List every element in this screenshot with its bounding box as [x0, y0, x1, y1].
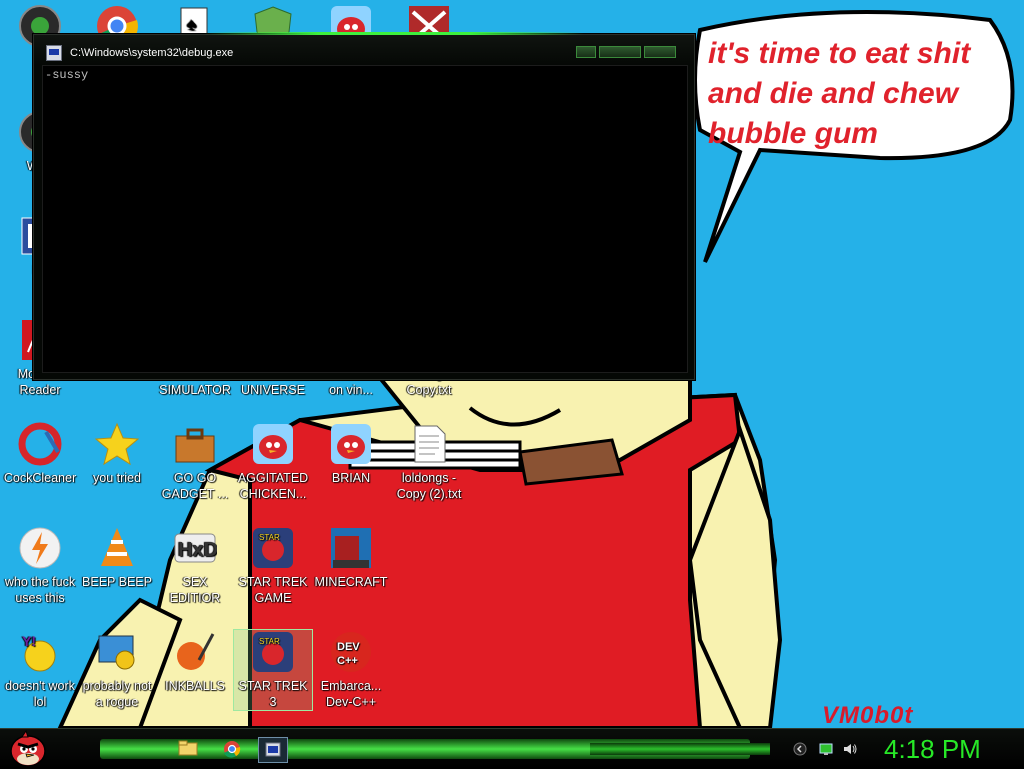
desktop-icon[interactable]: GO GO GADGET ...: [156, 422, 234, 502]
minecraft-icon: [329, 526, 373, 570]
desktop-icon-label: BEEP BEEP: [82, 575, 152, 589]
desktop-icon-label: loldongs - Copy (2).txt: [396, 471, 462, 501]
desktop-icon[interactable]: STAR STAR TREK GAME: [234, 526, 312, 606]
svg-text:Y!: Y!: [22, 633, 36, 649]
network-icon[interactable]: [818, 741, 834, 757]
star-icon: [94, 422, 140, 466]
desktop-icon-label: MINECRAFT: [314, 575, 388, 589]
desktop-icon[interactable]: loldongs - Copy (2).txt: [390, 422, 468, 502]
svg-text:DEV: DEV: [337, 641, 360, 653]
taskbar-clock[interactable]: 4:18 PM: [884, 734, 981, 765]
angry-birds-icon: [251, 422, 295, 466]
desktop-icon[interactable]: Y! doesn't work lol: [1, 630, 79, 710]
desktop-icon[interactable]: probably not a rogue: [78, 630, 156, 710]
desktop-icon-label: doesn't work lol: [5, 679, 75, 709]
wallpaper-watermark: VM0b0t: [822, 702, 914, 729]
desktop-icon-label: STAR TREK 3: [238, 679, 308, 709]
angry-birds-star-wars-icon: STAR: [251, 526, 295, 570]
notification-arrow-icon[interactable]: [792, 741, 808, 757]
console-window[interactable]: C:\Windows\system32\debug.exe -sussy: [33, 32, 695, 380]
taskbar: 4:18 PM: [0, 728, 1024, 769]
console-output-area[interactable]: -sussy: [42, 65, 688, 373]
minimize-button[interactable]: [576, 46, 596, 58]
desktop-icon-label: who the fuck uses this: [4, 575, 76, 605]
desktop-icon[interactable]: DEV C++ Embarca... Dev-C++: [312, 630, 390, 710]
hxd-icon: HxD: [173, 526, 218, 570]
close-button[interactable]: [644, 46, 676, 58]
console-icon: [46, 45, 62, 61]
desktop-icon-label: CockCleaner: [3, 471, 77, 485]
desktop-icon[interactable]: MINECRAFT: [312, 526, 390, 590]
vlc-cone-icon: [95, 526, 139, 570]
desktop-icon-label: BRIAN: [331, 471, 371, 485]
desktop-icon-label: you tried: [93, 471, 141, 485]
ccleaner-icon: [18, 422, 62, 466]
chrome-icon[interactable]: [218, 737, 246, 761]
angry-bird-start-icon[interactable]: [6, 727, 50, 769]
desktop-icon-label: probably not a rogue: [82, 679, 152, 709]
desktop-icon[interactable]: BEEP BEEP: [78, 526, 156, 590]
devcpp-icon: DEV C++: [329, 630, 373, 674]
desktop-icon[interactable]: you tried: [78, 422, 156, 486]
inkball-icon: [173, 630, 217, 674]
desktop-icon[interactable]: who the fuck uses this: [1, 526, 79, 606]
desktop-icon-label: SEX EDITIOR: [169, 575, 221, 605]
maximize-button[interactable]: [599, 46, 641, 58]
file-explorer-icon[interactable]: [174, 737, 202, 761]
desktop-icon[interactable]: STAR STAR TREK 3: [233, 629, 313, 711]
desktop-icon-label: STAR TREK GAME: [238, 575, 308, 605]
desktop-icon-label: INKBALLS: [165, 679, 225, 693]
svg-text:STAR: STAR: [259, 533, 280, 542]
desktop-icon[interactable]: AGGITATED CHICKEN...: [234, 422, 312, 502]
console-icon: [265, 742, 281, 757]
svg-text:♠: ♠: [187, 14, 197, 34]
desktop-icon[interactable]: BRIAN: [312, 422, 390, 486]
svg-text:C++: C++: [337, 655, 358, 667]
desktop-icon-label: Embarca... Dev-C++: [320, 679, 382, 709]
svg-text:STAR: STAR: [259, 637, 280, 646]
desktop-icon[interactable]: INKBALLS: [156, 630, 234, 694]
text-file-icon: [407, 422, 451, 466]
angry-birds-icon: [329, 422, 373, 466]
desktop-icon[interactable]: CockCleaner: [1, 422, 79, 486]
console-taskbar-button[interactable]: [258, 737, 288, 763]
taskbar-accent-secondary: [590, 743, 770, 755]
console-text: -sussy: [45, 68, 89, 82]
desktop-icon-label: AGGITATED CHICKEN...: [237, 471, 309, 501]
winamp-icon: [18, 526, 62, 570]
window-title: C:\Windows\system32\debug.exe: [70, 47, 234, 59]
computer-gears-icon: [95, 630, 139, 674]
volume-icon[interactable]: [842, 741, 858, 757]
briefcase-icon: [173, 422, 217, 466]
title-bar[interactable]: C:\Windows\system32\debug.exe: [34, 35, 694, 65]
desktop-icon-label: GO GO GADGET ...: [161, 471, 229, 501]
angry-birds-star-wars-icon: STAR: [251, 630, 295, 674]
yahoo-messenger-icon: Y!: [18, 630, 62, 674]
desktop-icon[interactable]: HxD SEX EDITIOR: [156, 526, 234, 606]
svg-text:HxD: HxD: [178, 539, 217, 561]
speech-bubble-text: it's time to eat shit and die and chew b…: [708, 37, 971, 150]
